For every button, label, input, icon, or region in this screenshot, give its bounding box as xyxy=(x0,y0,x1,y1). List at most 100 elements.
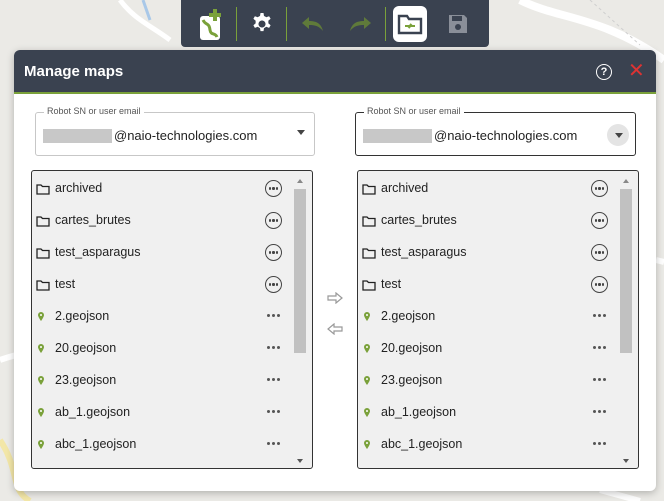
folder-row[interactable]: cartes_brutes xyxy=(32,204,294,236)
folder-icon xyxy=(362,182,376,200)
file-row[interactable]: ab_1.geojson xyxy=(358,396,620,428)
folder-icon xyxy=(362,246,376,264)
scroll-up-icon[interactable] xyxy=(623,179,629,183)
manage-maps-button[interactable] xyxy=(393,5,427,42)
item-name: ab_1.geojson xyxy=(381,405,457,419)
folder-row[interactable]: test_asparagus xyxy=(358,236,620,268)
more-options-icon[interactable] xyxy=(591,212,608,229)
item-name: cartes_brutes xyxy=(381,213,457,227)
source-map-list[interactable]: archived cartes_brutes test_asparagustest 2… xyxy=(31,170,313,469)
transfer-right-button[interactable] xyxy=(327,291,345,305)
close-icon[interactable]: ✕ xyxy=(628,61,645,81)
item-name: test xyxy=(55,277,76,291)
item-name: archived xyxy=(55,181,103,195)
gear-icon xyxy=(252,12,271,31)
more-options-icon[interactable] xyxy=(265,276,282,293)
select-value: @naio-technologies.com xyxy=(434,128,578,143)
item-name: 23.geojson xyxy=(55,373,117,387)
more-options-icon[interactable] xyxy=(593,346,606,349)
item-name: 23.geojson xyxy=(381,373,443,387)
more-options-icon[interactable] xyxy=(267,378,280,381)
more-options-icon[interactable] xyxy=(593,378,606,381)
folder-transfer-icon xyxy=(397,14,423,34)
item-name: test xyxy=(381,277,402,291)
folder-icon xyxy=(362,278,376,296)
scrollbar[interactable] xyxy=(620,175,632,466)
folder-row[interactable]: test_asparagus xyxy=(32,236,294,268)
item-name: 20.geojson xyxy=(55,341,117,355)
target-user-select[interactable]: Robot SN or user email @naio-technologie… xyxy=(355,106,636,156)
more-options-icon[interactable] xyxy=(267,410,280,413)
dropdown-toggle[interactable] xyxy=(607,124,629,146)
item-name: 20.geojson xyxy=(381,341,443,355)
file-row[interactable]: abc_1.geojson xyxy=(32,428,294,460)
target-map-list[interactable]: archived cartes_brutes test_asparagustest 2… xyxy=(357,170,639,469)
scroll-thumb[interactable] xyxy=(620,189,632,353)
folder-icon xyxy=(36,246,50,264)
redo-button[interactable] xyxy=(340,4,381,44)
folder-row[interactable]: test xyxy=(32,268,294,300)
item-name: archived xyxy=(381,181,429,195)
more-options-icon[interactable] xyxy=(593,442,606,445)
more-options-icon[interactable] xyxy=(591,180,608,197)
file-row[interactable]: 20.geojson xyxy=(32,332,294,364)
map-pin-icon xyxy=(36,438,50,456)
chevron-down-icon[interactable] xyxy=(297,130,305,135)
folder-icon xyxy=(362,214,376,232)
more-options-icon[interactable] xyxy=(593,410,606,413)
item-name: 2.geojson xyxy=(55,309,110,323)
folder-row[interactable]: test xyxy=(358,268,620,300)
more-options-icon[interactable] xyxy=(593,314,606,317)
more-options-icon[interactable] xyxy=(267,346,280,349)
map-pin-icon xyxy=(362,438,376,456)
undo-button[interactable] xyxy=(291,4,332,44)
more-options-icon[interactable] xyxy=(265,180,282,197)
redacted-email xyxy=(363,129,432,143)
file-row[interactable]: ab_1.geojson xyxy=(32,396,294,428)
dialog-title: Manage maps xyxy=(24,63,124,80)
scrollbar[interactable] xyxy=(294,175,306,466)
settings-button[interactable] xyxy=(241,4,282,44)
file-row[interactable]: 20.geojson xyxy=(358,332,620,364)
file-row[interactable]: abc_1.geojson xyxy=(358,428,620,460)
item-name: abc_1.geojson xyxy=(381,437,463,451)
transfer-left-button[interactable] xyxy=(327,322,345,336)
item-name: test_asparagus xyxy=(55,245,141,259)
map-pin-icon xyxy=(36,406,50,424)
file-row[interactable]: 2.geojson xyxy=(32,300,294,332)
map-pin-icon xyxy=(362,310,376,328)
scroll-down-icon[interactable] xyxy=(623,459,629,463)
more-options-icon[interactable] xyxy=(265,244,282,261)
scroll-down-icon[interactable] xyxy=(297,459,303,463)
more-options-icon[interactable] xyxy=(267,314,280,317)
scroll-thumb[interactable] xyxy=(294,189,306,353)
add-map-button[interactable] xyxy=(191,4,232,44)
folder-icon xyxy=(36,214,50,232)
scroll-up-icon[interactable] xyxy=(297,179,303,183)
more-options-icon[interactable] xyxy=(591,276,608,293)
dialog-header: Manage maps ? ✕ xyxy=(14,50,656,94)
folder-icon xyxy=(36,278,50,296)
map-pin-icon xyxy=(36,342,50,360)
item-name: ab_1.geojson xyxy=(55,405,131,419)
help-icon[interactable]: ? xyxy=(596,64,612,80)
map-pin-icon xyxy=(36,374,50,392)
item-name: cartes_brutes xyxy=(55,213,131,227)
folder-row[interactable]: archived xyxy=(358,172,620,204)
chevron-down-icon xyxy=(615,133,623,138)
select-legend: Robot SN or user email xyxy=(364,106,464,116)
folder-row[interactable]: cartes_brutes xyxy=(358,204,620,236)
source-user-select[interactable]: Robot SN or user email @naio-technologie… xyxy=(35,106,315,156)
undo-icon xyxy=(301,16,323,31)
folder-row[interactable]: archived xyxy=(32,172,294,204)
file-row[interactable]: 2.geojson xyxy=(358,300,620,332)
more-options-icon[interactable] xyxy=(267,442,280,445)
redacted-email xyxy=(43,129,112,143)
folder-icon xyxy=(36,182,50,200)
file-row[interactable]: 23.geojson xyxy=(358,364,620,396)
more-options-icon[interactable] xyxy=(591,244,608,261)
save-button[interactable] xyxy=(438,4,479,44)
more-options-icon[interactable] xyxy=(265,212,282,229)
file-row[interactable]: 23.geojson xyxy=(32,364,294,396)
map-toolbar xyxy=(181,0,489,47)
